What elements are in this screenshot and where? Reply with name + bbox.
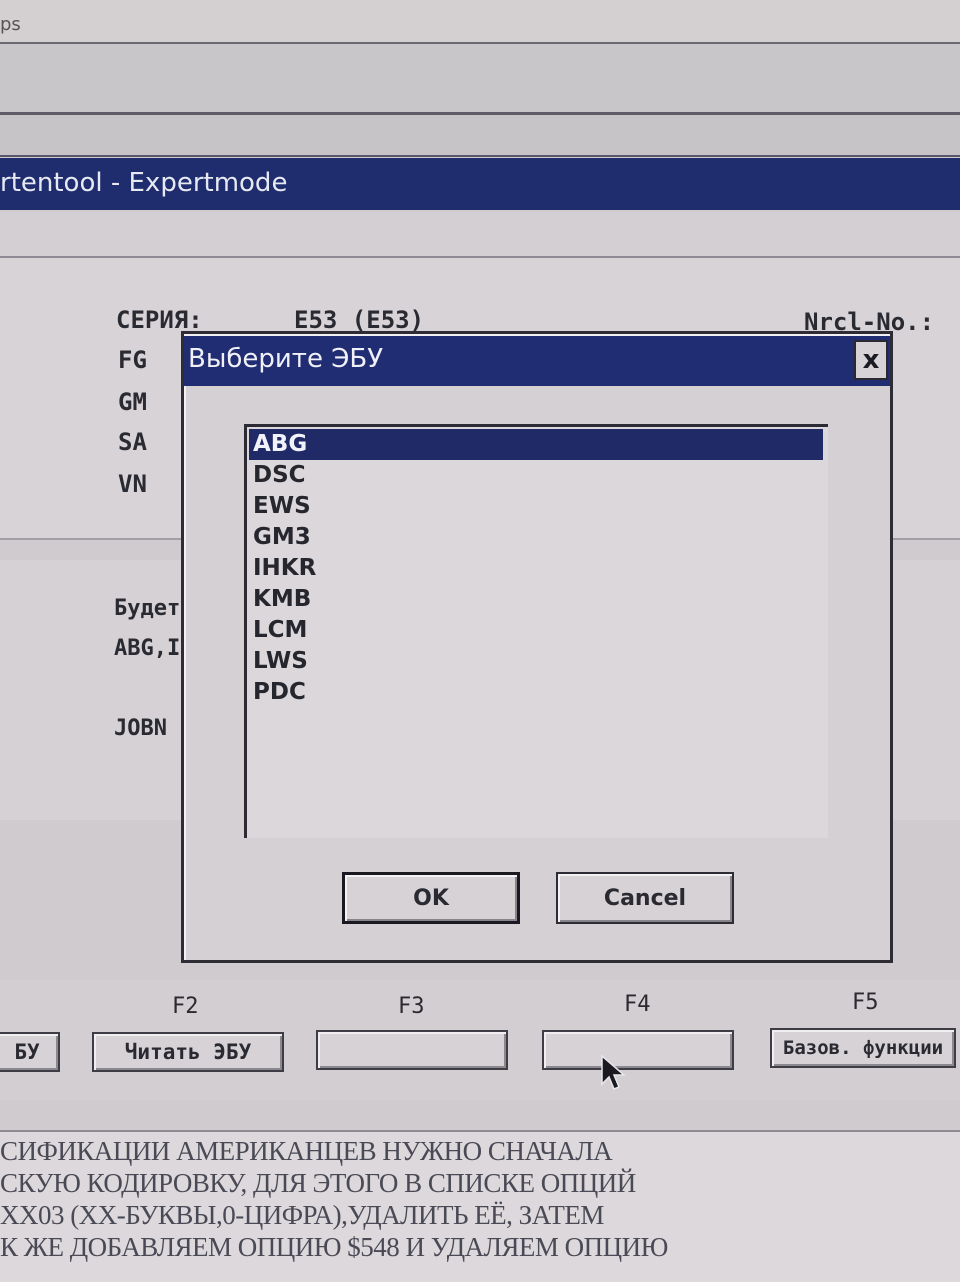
ecu-list-item[interactable]: PDC [249,677,823,708]
background-toolbar-2 [0,115,960,157]
f3-label: F3 [398,994,425,1019]
notes-line: СИФИКАЦИИ АМЕРИКАНЦЕВ НУЖНО СНАЧАЛА [0,1136,613,1166]
field-vn: VN [118,470,147,498]
notes-line: XX03 (XX-БУКВЫ,0-ЦИФРА),УДАЛИТЬ ЕЁ, ЗАТЕ… [0,1200,604,1230]
dialog-title: Выберите ЭБУ [188,344,384,374]
ok-button[interactable]: OK [342,872,520,924]
job-panel-line2: ABG,I [114,636,181,661]
ecu-list-item[interactable]: LCM [249,615,823,646]
f5-label: F5 [852,990,879,1015]
cancel-button[interactable]: Cancel [556,872,734,924]
mouse-cursor-icon [601,1054,627,1090]
notes-line: СКУЮ КОДИРОВКУ, ДЛЯ ЭТОГО В СПИСКЕ ОПЦИЙ [0,1168,636,1198]
close-icon: x [862,345,880,375]
read-ecu-button[interactable]: Читать ЭБУ [92,1032,284,1072]
background-window-title: ps [0,14,21,35]
close-button[interactable]: x [854,340,888,380]
field-gm: GM [118,388,147,416]
series-label: СЕРИЯ: [116,306,203,334]
ecu-listbox[interactable]: ABG DSC EWS GM3 IHKR KMB LCM LWS PDC [244,424,828,838]
f1-button[interactable]: БУ [0,1032,60,1072]
f4-button[interactable] [542,1030,734,1070]
ecu-list-item[interactable]: EWS [249,491,823,522]
job-panel-line1: Будет [114,596,181,621]
ecu-list-item[interactable]: KMB [249,584,823,615]
basic-functions-button[interactable]: Базов. функции [770,1028,956,1068]
field-sa: SA [118,428,147,456]
f4-label: F4 [624,992,651,1017]
f3-button[interactable] [316,1030,508,1070]
ecu-list-item[interactable]: ABG [249,429,823,460]
job-panel-line3: JOBN [114,716,167,741]
background-window-strip [0,0,960,44]
ecu-list-item[interactable]: IHKR [249,553,823,584]
background-toolbar [0,44,960,115]
notes-line: К ЖЕ ДОБАВЛЯЕМ ОПЦИЮ $548 И УДАЛЯЕМ ОПЦИ… [0,1232,668,1262]
main-window-title: rtentool - Expertmode [0,168,288,198]
ecu-list-item[interactable]: LWS [249,646,823,677]
series-value: E53 (E53) [294,306,425,334]
ecu-list-item[interactable]: DSC [249,460,823,491]
field-fg: FG [118,346,147,374]
f2-label: F2 [172,994,199,1019]
main-window-menu-area [0,212,960,258]
ecu-list-item[interactable]: GM3 [249,522,823,553]
